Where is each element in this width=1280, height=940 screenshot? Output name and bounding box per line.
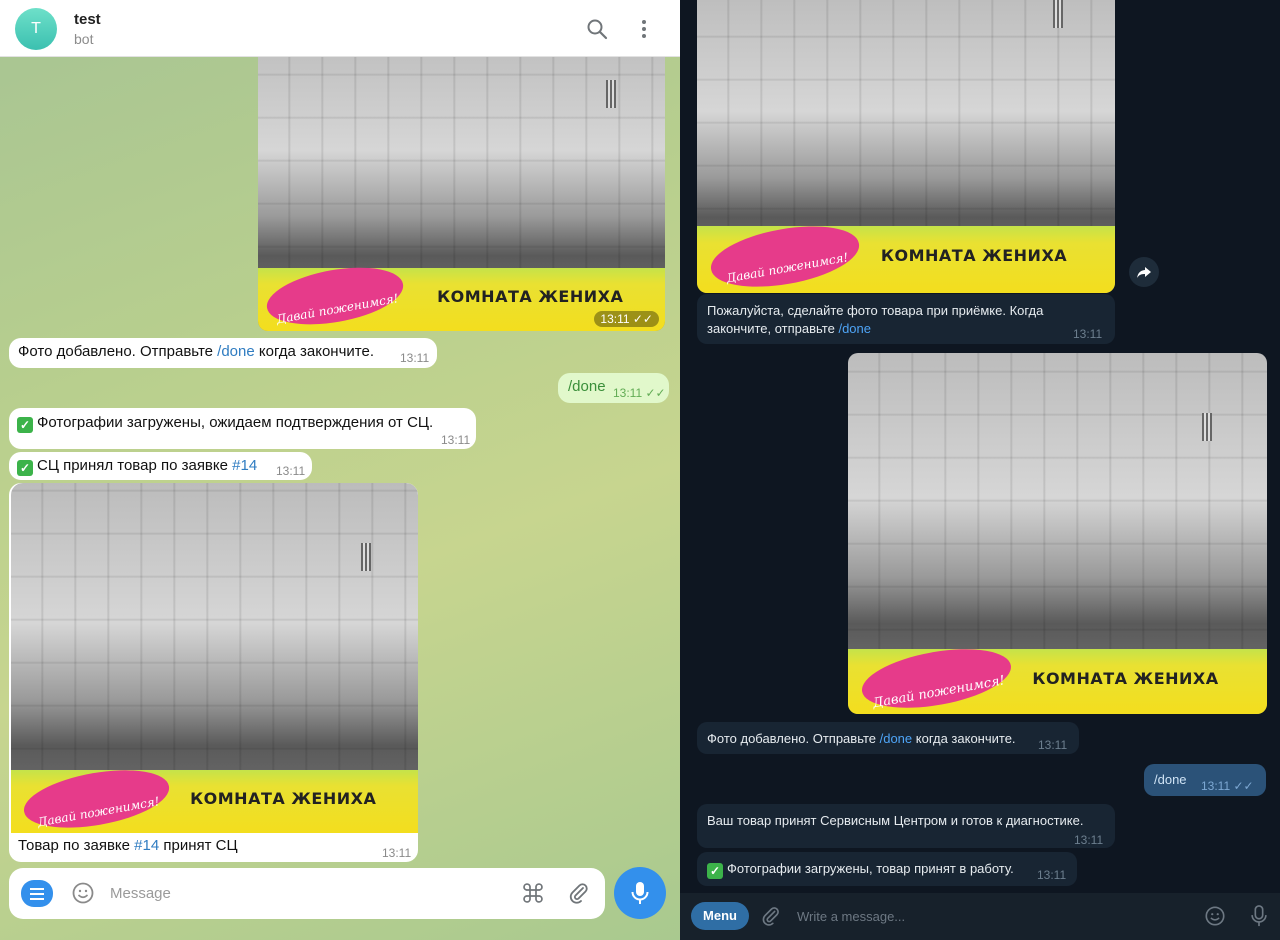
message-bubble[interactable]: ✓ Фотографии загружены, товар принят в ра… <box>697 852 1077 886</box>
message-text: Фото добавлено. Отправьте /done когда за… <box>707 731 1016 746</box>
avatar[interactable]: T <box>15 8 57 50</box>
room-photo[interactable]: Давай поженимся! КОМНАТА ЖЕНИХА <box>11 483 418 833</box>
microphone-icon[interactable] <box>1248 904 1270 928</box>
banner-text: КОМНАТА ЖЕНИХА <box>437 286 624 306</box>
window-bars <box>606 80 616 108</box>
message-time: 13:11 <box>400 351 430 365</box>
chat-subtitle: bot <box>74 31 94 47</box>
photo-caption: Товар по заявке #14 принят СЦ <box>18 837 238 854</box>
banner-logo: Давай поженимся! <box>19 760 174 833</box>
message-time: 13:11 ✓✓ <box>613 386 666 400</box>
microphone-icon <box>631 882 649 904</box>
message-bubble[interactable]: Фото добавлено. Отправьте /done когда за… <box>9 338 437 368</box>
attach-icon[interactable] <box>567 881 591 905</box>
banner-logo: Давай поженимся! <box>705 216 864 293</box>
photo-banner: Давай поженимся! КОМНАТА ЖЕНИХА <box>697 216 1115 293</box>
message-bubble[interactable]: Ваш товар принят Сервисным Центром и гот… <box>697 804 1115 848</box>
microphone-button[interactable] <box>614 867 666 919</box>
more-vertical-icon[interactable] <box>632 17 656 41</box>
message-text: ✓ Фотографии загружены, ожидаем подтвержд… <box>17 414 433 433</box>
banner-text: КОМНАТА ЖЕНИХА <box>190 788 377 808</box>
chat-title[interactable]: test <box>74 11 101 28</box>
message-bubble[interactable]: Пожалуйста, сделайте фото товара при при… <box>697 294 1115 344</box>
room-photo[interactable]: Давай поженимся! КОМНАТА ЖЕНИХА <box>697 0 1115 293</box>
message-text: /done <box>1154 772 1187 787</box>
done-command-link[interactable]: /done <box>880 731 913 746</box>
message-time: 13:11 <box>1074 833 1104 847</box>
banner-logo: Давай поженимся! <box>857 638 1015 714</box>
message-time: 13:11 <box>276 464 306 478</box>
room-photo[interactable]: Давай поженимся! КОМНАТА ЖЕНИХА 13:11 ✓✓ <box>258 30 665 331</box>
photo-banner: Давай поженимся! КОМНАТА ЖЕНИХА <box>11 760 418 833</box>
message-text: Пожалуйста, сделайте фото товара при при… <box>707 303 1044 336</box>
ticket-link[interactable]: #14 <box>134 837 159 854</box>
message-time: 13:11 ✓✓ <box>1201 779 1254 793</box>
ticket-link[interactable]: #14 <box>232 457 257 474</box>
message-text: ✓ Фотографии загружены, товар принят в ра… <box>707 860 1014 879</box>
window-bars <box>1202 413 1212 441</box>
emoji-icon[interactable] <box>1204 905 1226 927</box>
message-composer: Menu Write a message... <box>680 893 1280 940</box>
banner-logo: Давай поженимся! <box>262 258 408 331</box>
search-icon[interactable] <box>585 17 609 41</box>
message-composer: Message <box>9 868 605 919</box>
light-chat-panel: Давай поженимся! КОМНАТА ЖЕНИХА 13:11 ✓✓… <box>0 0 680 940</box>
window-bars <box>361 543 371 571</box>
forward-button[interactable] <box>1129 257 1159 287</box>
check-mark-icon: ✓ <box>17 460 33 476</box>
banner-text: КОМНАТА ЖЕНИХА <box>1032 668 1219 688</box>
message-bubble[interactable]: Фото добавлено. Отправьте /done когда за… <box>697 722 1079 754</box>
message-time: 13:11 <box>1073 327 1103 341</box>
message-input[interactable]: Message <box>110 885 171 902</box>
message-input[interactable]: Write a message... <box>797 909 905 924</box>
message-text: Ваш товар принят Сервисным Центром и гот… <box>707 813 1084 828</box>
photo-banner: Давай поженимся! КОМНАТА ЖЕНИХА <box>848 638 1267 714</box>
message-time: 13:11 <box>1037 868 1067 882</box>
banner-text: КОМНАТА ЖЕНИХА <box>880 246 1068 266</box>
dark-chat-panel: Давай поженимся! КОМНАТА ЖЕНИХА Пожалуйс… <box>680 0 1280 940</box>
photo-message-bubble[interactable]: Давай поженимся! КОМНАТА ЖЕНИХА Товар по… <box>9 483 418 862</box>
emoji-icon[interactable] <box>71 881 95 905</box>
bot-menu-button[interactable]: Menu <box>691 902 749 930</box>
outgoing-message-bubble[interactable]: /done 13:11 ✓✓ <box>558 373 669 403</box>
done-command-link[interactable]: /done <box>838 321 871 336</box>
check-mark-icon: ✓ <box>707 863 723 879</box>
bot-menu-button[interactable] <box>21 880 53 907</box>
command-icon[interactable] <box>521 881 545 905</box>
message-time: 13:11 <box>441 433 471 447</box>
message-time: 13:11 <box>1038 738 1068 752</box>
chat-header: T test bot <box>0 0 680 57</box>
window-bars <box>1053 0 1063 28</box>
room-photo[interactable]: Давай поженимся! КОМНАТА ЖЕНИХА <box>848 353 1267 714</box>
message-text: Фото добавлено. Отправьте /done когда за… <box>18 343 375 360</box>
message-bubble[interactable]: ✓ Фотографии загружены, ожидаем подтвержд… <box>9 408 476 449</box>
message-time: 13:11 <box>382 846 412 860</box>
photo-time: 13:11 ✓✓ <box>594 311 659 327</box>
outgoing-message-bubble[interactable]: /done 13:11 ✓✓ <box>1144 764 1266 796</box>
attach-icon[interactable] <box>760 905 782 927</box>
forward-icon <box>1137 267 1151 278</box>
message-bubble[interactable]: ✓ СЦ принял товар по заявке #14 13:11 <box>9 452 312 480</box>
done-command-link[interactable]: /done <box>217 343 255 360</box>
message-text: /done <box>568 378 606 395</box>
check-mark-icon: ✓ <box>17 417 33 433</box>
message-text: ✓ СЦ принял товар по заявке #14 <box>17 457 257 476</box>
